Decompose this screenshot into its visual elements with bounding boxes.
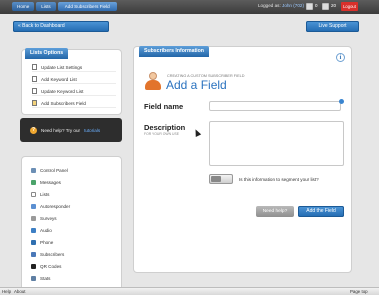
autoresponder-icon xyxy=(31,204,36,209)
required-indicator-icon xyxy=(339,99,344,104)
nav-item-phone[interactable]: Phone xyxy=(31,237,115,248)
logged-in-info: Logged as: John (702) xyxy=(258,3,304,8)
breadcrumb: Home Lists Add Subscribers Field xyxy=(12,2,117,11)
credits-icon[interactable] xyxy=(322,3,329,10)
list-option-label: Update List Settings xyxy=(41,64,83,70)
nav-label: Phone xyxy=(40,240,54,245)
add-field-button[interactable]: Add the Field xyxy=(298,206,344,217)
bottom-bar: Help About Page top xyxy=(0,287,379,295)
description-caption: FOR YOUR OWN USE xyxy=(144,132,179,136)
messages-count: 0 xyxy=(315,3,318,8)
help-link[interactable]: Help xyxy=(2,289,11,294)
info-icon[interactable]: i xyxy=(336,53,345,62)
credits-count: 20 xyxy=(331,3,337,8)
about-link[interactable]: About xyxy=(14,289,25,294)
list-option-label: Add Subscribers Field xyxy=(41,100,86,106)
nav-label: QR Codes xyxy=(40,264,62,269)
breadcrumb-current[interactable]: Add Subscribers Field xyxy=(57,2,117,11)
nav-item-subscribers[interactable]: Subscribers xyxy=(31,249,115,260)
document-icon xyxy=(32,64,37,70)
panel-title: Subscribers Information xyxy=(139,46,209,57)
nav-item-qr-codes[interactable]: QR Codes xyxy=(31,261,115,272)
document-icon xyxy=(32,88,37,94)
list-option-label: Update Keyword List xyxy=(41,88,84,94)
list-option-update-keyword[interactable]: Update Keyword List xyxy=(32,87,116,96)
nav-item-stats[interactable]: Stats xyxy=(31,273,115,284)
page-top-link[interactable]: Page top xyxy=(350,289,368,294)
nav-item-messages[interactable]: Messages xyxy=(31,177,115,188)
nav-label: Stats xyxy=(40,276,51,281)
logout-button[interactable]: Logout xyxy=(341,2,358,11)
add-field-icon xyxy=(32,100,37,106)
nav-label: Audio xyxy=(40,228,52,233)
segment-question: Is this information to segment your list… xyxy=(239,177,319,182)
toggle-knob xyxy=(211,176,221,182)
nav-label: Messages xyxy=(40,180,61,185)
qr-code-icon xyxy=(31,264,36,269)
nav-item-control-panel[interactable]: Control Panel xyxy=(31,165,115,176)
nav-label: Control Panel xyxy=(40,168,68,173)
messages-icon[interactable] xyxy=(306,3,313,10)
avatar-body xyxy=(145,80,161,90)
top-bar: Home Lists Add Subscribers Field Logged … xyxy=(0,0,379,14)
nav-label: Lists xyxy=(40,192,50,197)
description-textarea[interactable] xyxy=(209,121,344,166)
breadcrumb-home[interactable]: Home xyxy=(12,2,35,11)
lists-icon xyxy=(31,192,36,197)
lists-options-title: Lists Options xyxy=(25,48,69,59)
nav-item-audio[interactable]: Audio xyxy=(31,225,115,236)
avatar-head xyxy=(149,72,157,80)
phone-icon xyxy=(31,240,36,245)
segment-toggle[interactable] xyxy=(209,174,233,184)
nav-label: Subscribers xyxy=(40,252,65,257)
list-option-label: Add Keyword List xyxy=(41,76,77,82)
nav-label: Surveys xyxy=(40,216,57,221)
nav-item-lists[interactable]: Lists xyxy=(31,189,115,200)
list-option-add-keyword[interactable]: Add Keyword List xyxy=(32,75,116,84)
nav-item-autoresponder[interactable]: Autoresponder xyxy=(31,201,115,212)
help-box: ? Need help? Try our tutorials xyxy=(20,118,122,142)
stats-icon xyxy=(31,276,36,281)
user-avatar-icon xyxy=(145,72,161,92)
field-name-input[interactable] xyxy=(209,101,341,111)
field-name-label: Field name xyxy=(144,102,184,111)
help-text: Need help? Try our xyxy=(41,127,81,133)
audio-icon xyxy=(31,228,36,233)
list-option-add-subscribers-field[interactable]: Add Subscribers Field xyxy=(32,99,116,108)
breadcrumb-lists[interactable]: Lists xyxy=(36,2,56,11)
back-to-dashboard-button[interactable]: « Back to Dashboard xyxy=(13,21,109,32)
surveys-icon xyxy=(31,216,36,221)
tutorials-link[interactable]: tutorials xyxy=(84,128,100,133)
subscribers-icon xyxy=(31,252,36,257)
list-option-update-settings[interactable]: Update List Settings xyxy=(32,63,116,72)
user-name[interactable]: John (702) xyxy=(282,3,304,8)
messages-icon xyxy=(31,180,36,185)
nav-item-surveys[interactable]: Surveys xyxy=(31,213,115,224)
control-panel-icon xyxy=(31,168,36,173)
description-label: Description xyxy=(144,123,186,132)
document-icon xyxy=(32,76,37,82)
help-icon: ? xyxy=(30,126,37,134)
need-help-button[interactable]: Need help? xyxy=(256,206,294,217)
page-title: Add a Field xyxy=(166,78,227,92)
logged-in-label: Logged as: xyxy=(258,3,281,8)
nav-label: Autoresponder xyxy=(40,204,71,209)
live-support-button[interactable]: Live Support xyxy=(306,21,359,32)
